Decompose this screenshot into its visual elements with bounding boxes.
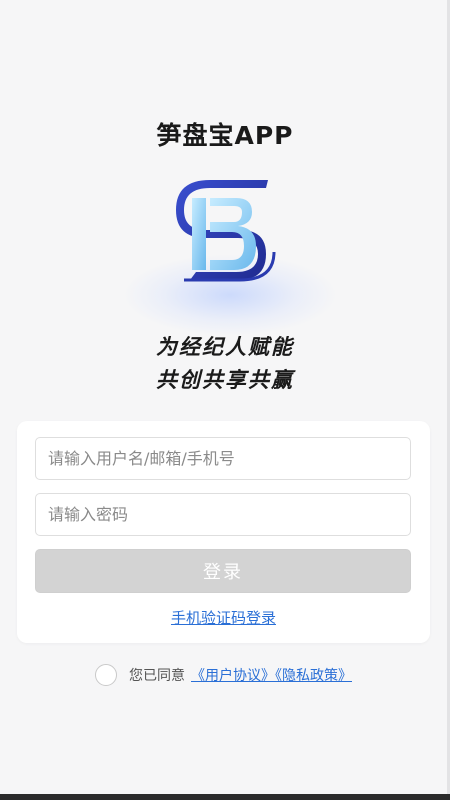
slogan-line-1: 为经纪人赋能 (156, 335, 294, 359)
agreement-links[interactable]: 《用户协议》《隐私政策》 (191, 665, 352, 685)
app-title: 笋盘宝APP (156, 121, 294, 150)
password-input[interactable] (35, 493, 411, 536)
bottom-bar (0, 794, 450, 800)
agreement-prefix: 您已同意 (129, 668, 185, 684)
login-card: 登录 手机验证码登录 (17, 421, 430, 643)
agreement-checkbox[interactable] (95, 664, 117, 686)
slogan-line-2: 共创共享共赢 (156, 368, 294, 392)
login-button[interactable]: 登录 (35, 549, 411, 593)
app-logo-icon (176, 180, 276, 282)
sms-login-link[interactable]: 手机验证码登录 (17, 607, 430, 628)
agreement-row: 您已同意 《用户协议》《隐私政策》 (95, 662, 352, 688)
username-input[interactable] (35, 437, 411, 480)
